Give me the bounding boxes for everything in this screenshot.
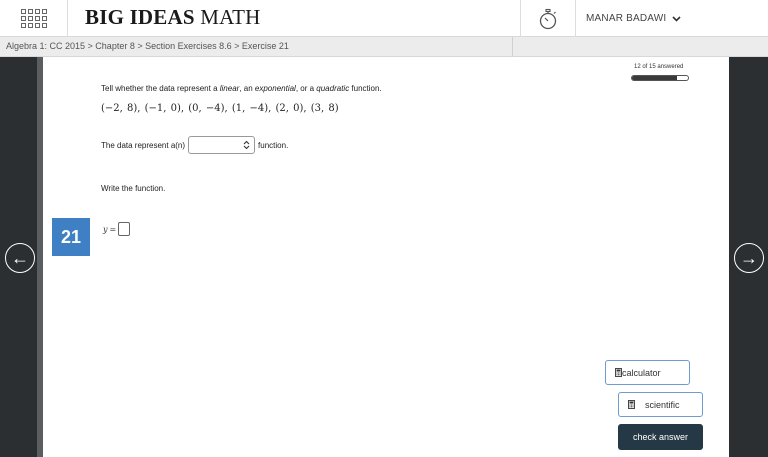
breadcrumb-bar: Algebra 1: CC 2015 > Chapter 8 > Section… <box>0 37 768 57</box>
prompt-quadratic: quadratic <box>316 84 350 93</box>
prompt-text: Tell whether the data represent a <box>101 84 220 93</box>
apps-menu-button[interactable] <box>0 0 68 37</box>
breadcrumb-divider <box>512 37 513 57</box>
prompt-exponential: exponential <box>254 84 296 93</box>
stopwatch-icon <box>539 8 557 29</box>
answer-equals: = <box>109 224 117 234</box>
exercise-number-badge: 21 <box>52 218 90 256</box>
prompt-text: , or a <box>295 84 317 93</box>
logo-regular-text: MATH <box>200 5 261 29</box>
calculator-icon <box>615 368 622 377</box>
breadcrumb[interactable]: Algebra 1: CC 2015 > Chapter 8 > Section… <box>6 41 289 51</box>
top-header: BIG IDEAS MATH MANAR BADAWI <box>0 0 768 37</box>
prompt-linear: linear <box>219 84 240 93</box>
data-points: (−2, 8), (−1, 0), (0, −4), (1, −4), (2, … <box>101 103 339 114</box>
prompt-text: function. <box>349 84 382 93</box>
function-type-select[interactable] <box>188 136 256 154</box>
answer-label: y <box>103 224 108 234</box>
sentence-end: function. <box>258 140 289 150</box>
logo-bold-text: BIG IDEAS <box>85 5 195 29</box>
chevron-down-icon <box>672 15 681 22</box>
select-arrows-icon <box>243 140 250 150</box>
question-prompt: Tell whether the data represent a linear… <box>101 84 382 93</box>
calculator-label: calculator <box>622 367 661 378</box>
function-type-sentence: The data represent a(n) function. <box>101 136 288 154</box>
calculator-icon <box>628 400 635 409</box>
prompt-text: , an <box>239 84 255 93</box>
progress-fill <box>632 76 677 80</box>
exercise-content: 12 of 15 answered Tell whether the data … <box>43 57 729 457</box>
scientific-calculator-button[interactable]: scientific <box>618 392 703 417</box>
arrow-left-icon: ← <box>11 248 29 268</box>
scientific-label: scientific <box>645 399 680 410</box>
write-function-prompt: Write the function. <box>101 184 166 193</box>
check-answer-button[interactable]: check answer <box>618 424 703 450</box>
previous-exercise-button[interactable]: ← <box>5 243 35 273</box>
big-ideas-math-logo: BIG IDEAS MATH <box>85 5 261 30</box>
user-menu[interactable]: MANAR BADAWI <box>586 0 681 37</box>
user-name: MANAR BADAWI <box>586 13 667 24</box>
arrow-right-icon: → <box>740 248 758 268</box>
progress-bar <box>631 75 689 81</box>
progress-text: 12 of 15 answered <box>634 64 684 70</box>
timer-button[interactable] <box>520 0 576 37</box>
grid-icon <box>20 9 47 28</box>
next-exercise-button[interactable]: → <box>734 243 764 273</box>
answer-input[interactable] <box>118 222 131 236</box>
sentence-start: The data represent a(n) <box>101 140 186 150</box>
answer-row: y = <box>103 222 131 236</box>
calculator-button[interactable]: calculator <box>605 360 690 385</box>
